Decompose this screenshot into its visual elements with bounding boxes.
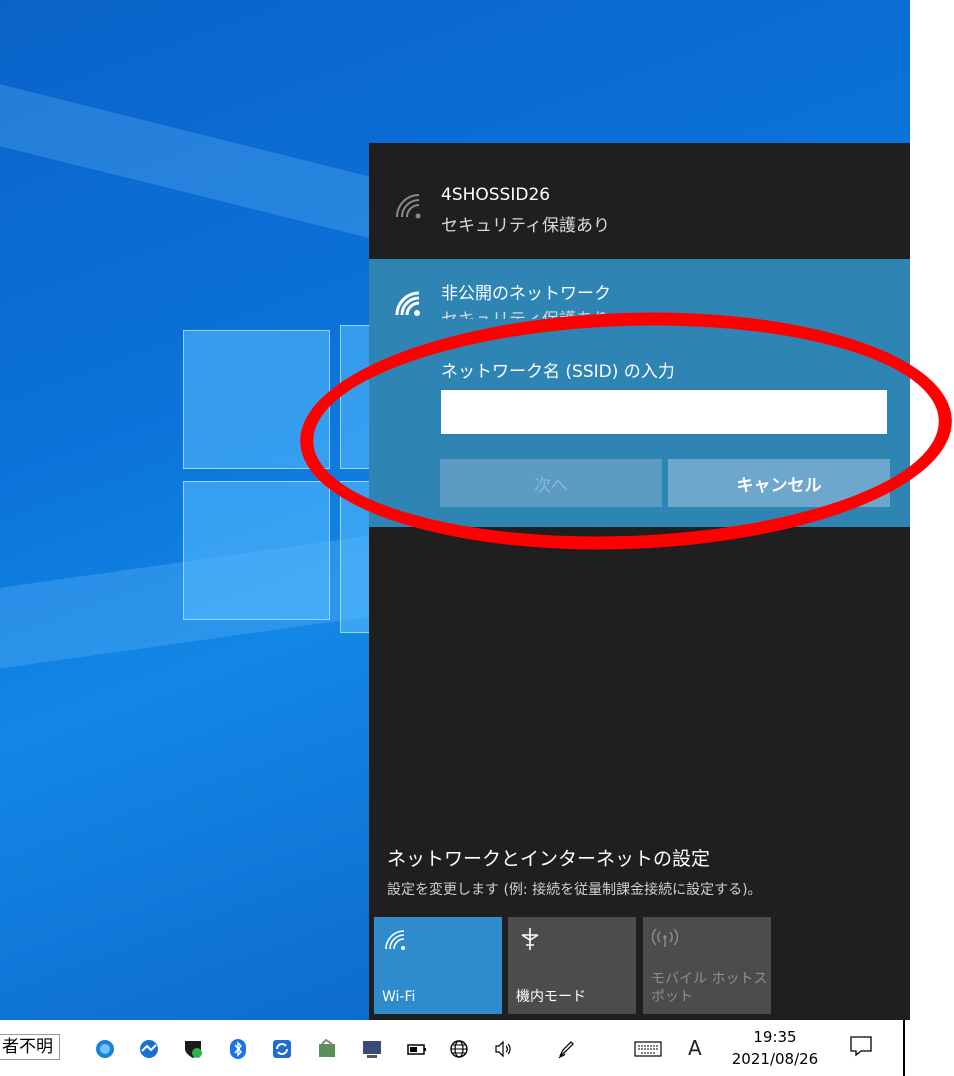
battery-icon[interactable]	[406, 1038, 428, 1060]
ssid-input[interactable]	[441, 390, 887, 434]
airplane-mode-tile[interactable]: 機内モード	[508, 917, 636, 1014]
taskbar: 者不明 A 19:35 2021/08/26	[0, 1020, 910, 1076]
mobile-hotspot-tile[interactable]: モバイル ホットスポット	[643, 917, 771, 1014]
clock-date: 2021/08/26	[731, 1050, 819, 1068]
bluetooth-icon[interactable]	[227, 1038, 249, 1060]
wifi-icon	[395, 291, 420, 316]
network-settings-link[interactable]: ネットワークとインターネットの設定	[387, 844, 710, 871]
hidden-network-panel: 非公開のネットワーク セキュリティ保護あり ネットワーク名 (SSID) の入力…	[369, 259, 910, 527]
show-desktop-edge[interactable]	[903, 1020, 905, 1076]
hotspot-icon	[651, 928, 679, 947]
cancel-button[interactable]: キャンセル	[668, 459, 890, 507]
airplane-tile-label: 機内モード	[516, 989, 586, 1005]
globe-app-icon[interactable]	[94, 1038, 116, 1060]
network-name: 4SHOSSID26	[441, 185, 551, 205]
wifi-secured-icon	[396, 194, 421, 219]
next-button[interactable]: 次へ	[440, 459, 662, 507]
pen-icon[interactable]	[555, 1038, 577, 1060]
wifi-toggle-tile[interactable]: Wi-Fi	[374, 917, 502, 1014]
clock[interactable]: 19:35 2021/08/26	[720, 1026, 830, 1070]
network-item[interactable]: 4SHOSSID26 セキュリティ保護あり	[369, 169, 910, 259]
tool-app-icon[interactable]	[316, 1038, 338, 1060]
display-icon[interactable]	[361, 1038, 383, 1060]
touch-keyboard-icon[interactable]	[634, 1038, 662, 1060]
network-settings-description: 設定を変更します (例: 接続を従量制課金接続に設定する)。	[387, 882, 762, 898]
shield-icon[interactable]	[182, 1038, 204, 1060]
wifi-tile-label: Wi-Fi	[382, 989, 416, 1005]
network-globe-icon[interactable]	[448, 1038, 470, 1060]
airplane-icon	[521, 928, 539, 950]
sync-icon[interactable]	[271, 1038, 293, 1060]
network-security-status: セキュリティ保護あり	[441, 216, 610, 236]
hidden-network-status: セキュリティ保護あり	[441, 305, 610, 319]
volume-icon[interactable]	[492, 1038, 514, 1060]
wifi-icon	[385, 930, 405, 950]
network-app-icon[interactable]	[138, 1038, 160, 1060]
windows-logo-pane	[183, 481, 330, 620]
network-flyout: 4SHOSSID26 セキュリティ保護あり 非公開のネットワーク セキュリティ保…	[369, 143, 910, 1020]
taskbar-truncated-app-text[interactable]: 者不明	[0, 1034, 60, 1060]
ime-mode-indicator[interactable]: A	[688, 1036, 702, 1060]
ssid-label: ネットワーク名 (SSID) の入力	[441, 362, 675, 382]
windows-logo-pane	[183, 330, 330, 469]
notification-center-icon[interactable]	[849, 1035, 873, 1057]
hotspot-tile-label: モバイル ホットスポット	[651, 971, 768, 1005]
hidden-network-name: 非公開のネットワーク	[441, 284, 611, 304]
clock-time: 19:35	[753, 1028, 797, 1046]
